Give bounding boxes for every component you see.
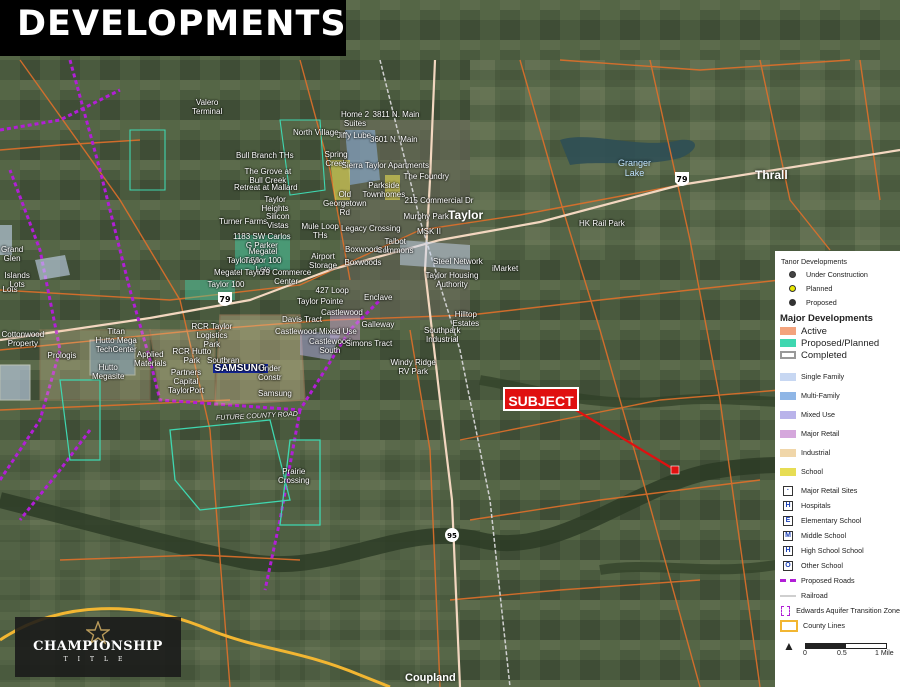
legend-line-item: Proposed Roads (775, 573, 900, 588)
development-label: Turner Farms (219, 217, 268, 226)
development-label: Prairie Crossing (278, 467, 310, 485)
legend-type-item: Mixed Use (775, 405, 900, 424)
legend-major-title: Major Developments (780, 312, 873, 324)
development-label: 427 Loop (315, 286, 349, 295)
legend-type-item: School (775, 462, 900, 481)
development-label: Grand Glen (1, 245, 24, 263)
svg-text:95: 95 (447, 532, 457, 540)
development-label: Hutto Megasite (92, 363, 125, 381)
town-coupland: Coupland (405, 672, 456, 684)
legend-symbol-item: O Other School (775, 558, 900, 573)
legend-symbol-item: · Major Retail Sites (775, 483, 900, 498)
legend-symbol-item: H High School School (775, 543, 900, 558)
development-label: North Village (293, 128, 339, 137)
development-label: MSK II (417, 227, 442, 236)
legend-major-item: Proposed/Planned (775, 337, 900, 349)
development-label: 3601 N. Main (370, 135, 418, 144)
logo-sub: TITLE (63, 656, 133, 663)
development-label: Taylor Heights (261, 195, 289, 213)
legend-title: Tanor Developments (781, 256, 847, 266)
legend-type-item: Single Family (775, 367, 900, 386)
scale-bar: 0 0.5 1 Mile (803, 643, 897, 663)
development-label: Taylor Pointe (297, 297, 344, 306)
development-label: Applied Materials (134, 350, 167, 368)
development-label: 3811 N. Main (372, 110, 420, 119)
championship-title-logo: CHAMPIONSHIP TITLE (15, 617, 181, 677)
development-label: Home 2 Suites (341, 110, 370, 128)
legend-line-item: Edwards Aquifer Transition Zone (775, 603, 900, 618)
legend-dev-status: Planned (775, 281, 900, 295)
legend-line-item: Railroad (775, 588, 900, 603)
legend-symbol-item: H Hospitals (775, 498, 900, 513)
development-label: Retreat at Mallard (234, 183, 298, 192)
legend-dev-status: Proposed (775, 295, 900, 309)
development-label: Simons Tract (345, 339, 393, 348)
development-label: Megatel Taylor (214, 268, 266, 277)
map-legend: Tanor Developments Under Construction Plan… (775, 251, 900, 687)
development-label: Titan Hutto Mega TechCenter (95, 327, 137, 354)
development-label: Silicon Vistas (266, 212, 290, 230)
development-label: Bull Branch THs (236, 151, 294, 160)
title-banner: DEVELOPMENTS (0, 0, 346, 56)
page-title: DEVELOPMENTS (17, 4, 347, 44)
legend-type-item: Major Retail (775, 424, 900, 443)
legend-type-item: Multi-Family (775, 386, 900, 405)
development-label: Sierra Taylor Apartments (341, 161, 429, 170)
development-label: Galleway (361, 320, 395, 329)
development-label: Samsung (258, 389, 292, 398)
north-arrow-icon: ▲ (783, 639, 795, 653)
development-label: Boxwoods (344, 258, 382, 267)
development-label: Boxwoods II (345, 245, 389, 254)
development-label: Murphy Park (403, 212, 449, 221)
legend-type-item: Industrial (775, 443, 900, 462)
legend-symbol-item: E Elementary School (775, 513, 900, 528)
legend-major-item: Active (775, 325, 900, 337)
development-label: Mule Loop THs (301, 222, 339, 240)
development-label: Taylor 100 (207, 280, 245, 289)
development-label: Prologis (47, 351, 77, 360)
development-label: Valero Terminal (192, 98, 223, 116)
legend-major-item: Completed (775, 349, 900, 361)
development-label: Parkside Townhomes (362, 181, 406, 199)
development-label: 79 Commerce Center (261, 268, 312, 286)
town-thrall: Thrall (755, 168, 788, 182)
development-label: RCR Hutto Park (172, 347, 212, 365)
development-label: Old Georgetown Rd (323, 190, 367, 217)
svg-text:79: 79 (219, 295, 231, 304)
us79-shield-label: 79 (676, 175, 688, 184)
town-taylor: Taylor (448, 208, 484, 222)
subject-marker: SUBJECT (503, 387, 579, 411)
development-label: Enclave (364, 293, 393, 302)
legend-line-item: County Lines (775, 618, 900, 633)
development-label: Taylor Housing Authority (425, 271, 479, 289)
development-label: 215 Commercial Dr (404, 196, 474, 205)
development-label: HK Rail Park (579, 219, 625, 228)
logo-name: CHAMPIONSHIP (33, 639, 163, 654)
development-label: Jiffy Lube (337, 131, 372, 140)
development-label: Under Constr (258, 364, 282, 382)
development-label: iMarket (492, 264, 519, 273)
development-label: Islands Lots (4, 271, 30, 289)
development-label: Davis Tract (282, 315, 323, 324)
development-label: Cottonwood Property (1, 330, 45, 348)
legend-symbol-item: M Middle School (775, 528, 900, 543)
development-label: Windy Ridge RV Park (390, 358, 436, 376)
development-label: Partners Capital TaylorPort (168, 368, 205, 395)
lake-granger: Granger Lake (618, 158, 652, 178)
development-label: Legacy Crossing (341, 224, 401, 233)
development-label: The Foundry (403, 172, 449, 181)
development-label: Southpark Industrial (424, 326, 461, 344)
development-label: Castlewood (321, 308, 363, 317)
development-label: Steel Network (433, 257, 483, 266)
development-label: RCR Taylor Logistics Park (191, 322, 233, 349)
development-label: Airport Storage (309, 252, 338, 270)
legend-dev-status: Under Construction (775, 267, 900, 281)
development-label: Castlewood Mixed Use (275, 327, 357, 336)
